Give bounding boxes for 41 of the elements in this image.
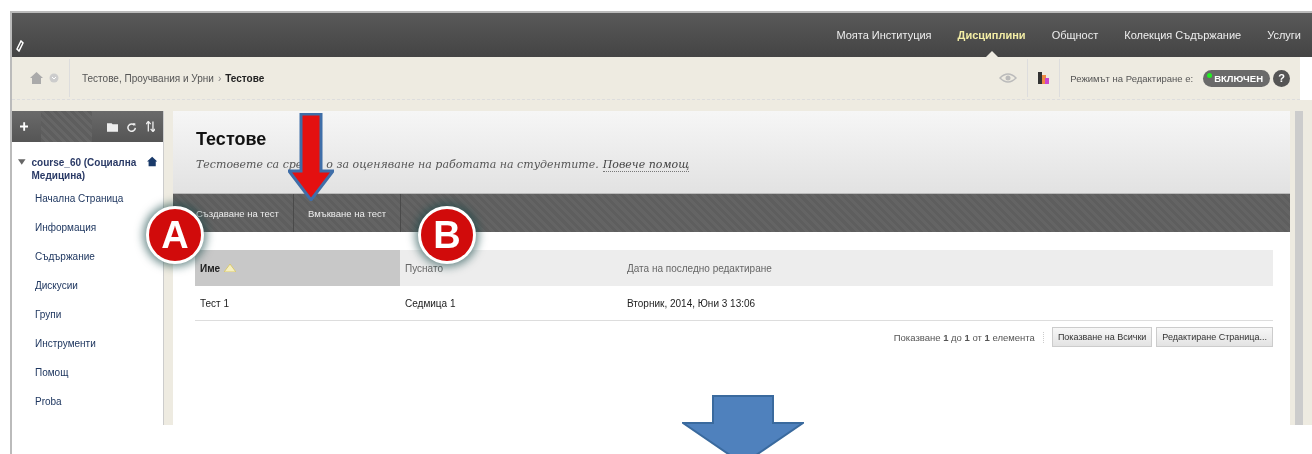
sidebar-item[interactable]: Съдържание: [35, 246, 95, 268]
breadcrumb-current: Тестове: [225, 72, 265, 84]
nav-tab[interactable]: Моята Институция: [823, 13, 945, 57]
breadcrumb-link[interactable]: Тестове, Проучвания и Урни: [82, 72, 214, 84]
table-cell-text: Тест 1: [199, 296, 231, 311]
expand-triangle-icon[interactable]: [18, 159, 26, 165]
sort-icon[interactable]: [145, 121, 155, 132]
home-icon[interactable]: [146, 156, 157, 167]
sidebar-item[interactable]: Начална Страница: [35, 188, 124, 210]
nav-tab[interactable]: Дисциплини: [944, 13, 1039, 57]
scrollbar[interactable]: [1295, 111, 1303, 425]
sidebar-item[interactable]: Помощ: [35, 362, 69, 384]
link-icon: [16, 40, 24, 52]
folder-icon[interactable]: [107, 121, 119, 132]
column-header[interactable]: Име: [195, 250, 400, 286]
hatched-panel: [41, 111, 93, 142]
course-title[interactable]: course_60 (Социална Медицина): [31, 156, 141, 182]
table-cell-text: Седмица 1: [404, 296, 457, 311]
sidebar-item[interactable]: Групи: [35, 304, 62, 326]
paging-button[interactable]: Редактиране Страница...: [1156, 327, 1273, 347]
paging-text: Показване 1 до 1 от 1 елемента: [893, 331, 1044, 343]
plus-icon[interactable]: [20, 122, 29, 131]
column-header[interactable]: Дата на последно редактиране: [622, 250, 1273, 286]
paging-button[interactable]: Показване на Всички: [1051, 327, 1153, 347]
nav-tab[interactable]: Общност: [1038, 13, 1112, 57]
nav-tab[interactable]: Услуги: [1254, 13, 1312, 57]
color-palette-icon[interactable]: [1038, 72, 1050, 84]
sidebar-item[interactable]: Proba: [35, 391, 62, 413]
edit-mode-label: Режимът на Редактиране е:: [1070, 72, 1194, 84]
sidebar-item[interactable]: Инструменти: [35, 333, 96, 355]
help-link[interactable]: Повече помощ: [602, 158, 690, 172]
description-text: о за оценяване на работата на студентите.: [326, 158, 599, 171]
page-title: Тестове: [196, 128, 268, 150]
refresh-icon[interactable]: [127, 121, 137, 132]
nav-tab[interactable]: Колекция Съдържание: [1111, 13, 1255, 57]
help-button[interactable]: ?: [1273, 69, 1290, 87]
edit-mode-toggle[interactable]: ВКЛЮЧЕН: [1203, 69, 1270, 87]
table-cell-text: Вторник, 2014, Юни 3 13:06: [626, 296, 757, 311]
sidebar-item[interactable]: Информация: [35, 217, 97, 239]
sidebar-item[interactable]: Дискусии: [35, 275, 78, 297]
breadcrumb-separator: ›: [217, 72, 222, 84]
